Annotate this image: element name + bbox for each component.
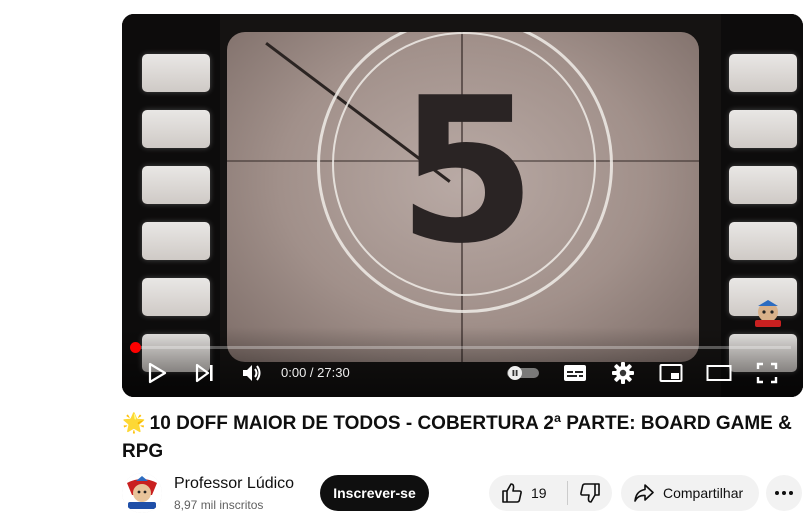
like-dislike-group: 19 xyxy=(489,475,612,511)
settings-button[interactable] xyxy=(610,359,636,387)
play-button[interactable] xyxy=(144,359,170,387)
subscriber-count: 8,97 mil inscritos xyxy=(174,498,264,512)
like-count: 19 xyxy=(531,485,547,501)
share-button[interactable]: Compartilhar xyxy=(621,475,759,511)
share-icon xyxy=(634,484,654,502)
fullscreen-button[interactable] xyxy=(754,359,780,387)
miniplayer-button[interactable] xyxy=(658,359,684,387)
countdown-number: 5 xyxy=(397,55,537,288)
title-star-icon: 🌟 xyxy=(122,413,146,434)
channel-avatar-icon xyxy=(122,473,162,513)
thumbs-down-icon xyxy=(579,483,600,503)
countdown-screen: 5 xyxy=(227,32,699,362)
fullscreen-icon xyxy=(756,362,778,384)
share-label: Compartilhar xyxy=(663,485,744,501)
channel-avatar[interactable] xyxy=(122,473,162,513)
controls-shade xyxy=(122,327,803,397)
more-horizontal-icon xyxy=(775,491,793,495)
more-actions-button[interactable] xyxy=(766,475,802,511)
video-title-text: 10 DOFF MAIOR DE TODOS - COBERTURA 2ª PA… xyxy=(122,413,792,462)
next-icon xyxy=(195,363,213,383)
next-button[interactable] xyxy=(192,359,218,387)
channel-watermark-icon[interactable] xyxy=(749,300,787,330)
volume-icon xyxy=(243,365,261,381)
miniplayer-icon xyxy=(659,364,683,382)
like-button[interactable]: 19 xyxy=(489,475,561,511)
gear-icon xyxy=(612,362,634,384)
dislike-button[interactable] xyxy=(568,475,612,511)
progress-bar[interactable] xyxy=(134,346,791,349)
channel-name[interactable]: Professor Lúdico xyxy=(174,475,294,493)
video-player[interactable]: 5 0:00 / 27:30 xyxy=(122,14,803,397)
volume-button[interactable] xyxy=(239,359,265,387)
subtitles-button[interactable] xyxy=(562,359,588,387)
theater-mode-icon xyxy=(706,365,732,381)
autoplay-toggle-icon xyxy=(507,366,539,380)
scrubber-handle[interactable] xyxy=(130,342,141,353)
play-icon xyxy=(148,362,167,384)
subscribe-button[interactable]: Inscrever-se xyxy=(320,475,429,511)
time-display: 0:00 / 27:30 xyxy=(281,365,350,380)
autoplay-toggle[interactable] xyxy=(506,359,540,387)
theater-mode-button[interactable] xyxy=(706,359,732,387)
subtitles-icon xyxy=(564,365,586,381)
thumbs-up-icon xyxy=(502,483,522,503)
video-title: 🌟 10 DOFF MAIOR DE TODOS - COBERTURA 2ª P… xyxy=(122,410,792,466)
